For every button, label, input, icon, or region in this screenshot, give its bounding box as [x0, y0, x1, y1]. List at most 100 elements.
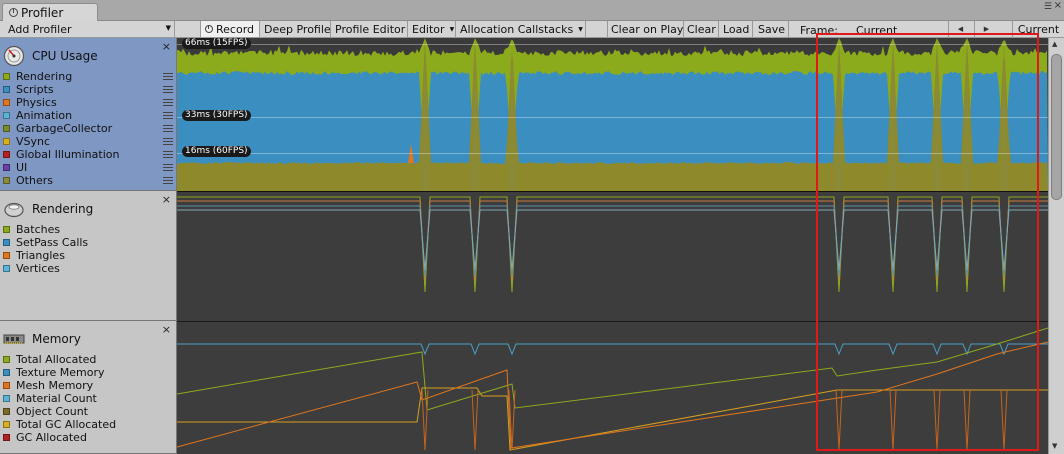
close-icon[interactable]: ×: [162, 193, 171, 206]
close-icon[interactable]: ×: [162, 40, 171, 53]
memory-spike: [889, 389, 897, 451]
memory-spike: [1000, 389, 1008, 451]
legend-item[interactable]: Triangles: [0, 249, 177, 262]
legend-item[interactable]: Physics: [0, 96, 177, 109]
legend-swatch: [3, 369, 10, 376]
cpu-legend: Rendering Scripts Physics Animation GarbageC…: [0, 70, 177, 187]
legend-label: GarbageCollector: [16, 122, 113, 135]
legend-swatch: [3, 86, 10, 93]
drag-handle-icon[interactable]: [163, 125, 173, 132]
load-button[interactable]: Load: [719, 21, 753, 37]
add-profiler-label: Add Profiler: [8, 22, 72, 36]
deep-profile-label: Deep Profile: [264, 22, 331, 36]
drag-handle-icon[interactable]: [163, 99, 173, 106]
legend-item[interactable]: VSync: [0, 135, 177, 148]
current-frame-button[interactable]: Current: [1012, 21, 1064, 37]
vertical-scrollbar[interactable]: ▲ ▼: [1048, 38, 1064, 454]
legend-swatch: [3, 125, 10, 132]
legend-swatch: [3, 382, 10, 389]
profile-editor-button[interactable]: Profile Editor: [331, 21, 408, 37]
dropdown-arrow-icon: ▼: [165, 24, 171, 32]
legend-item[interactable]: Others: [0, 174, 177, 187]
legend-item[interactable]: Total GC Allocated: [0, 418, 177, 431]
legend-item[interactable]: Object Count: [0, 405, 177, 418]
memory-panel[interactable]: Memory × Total Allocated Texture Memory Me…: [0, 321, 177, 454]
legend-swatch: [3, 252, 10, 259]
legend-label: Material Count: [16, 392, 97, 405]
legend-swatch: [3, 356, 10, 363]
scroll-down-icon[interactable]: ▼: [1052, 442, 1057, 450]
legend-swatch: [3, 395, 10, 402]
legend-label: Texture Memory: [16, 366, 105, 379]
rendering-legend: Batches SetPass Calls Triangles Vertices: [0, 223, 177, 275]
drag-handle-icon[interactable]: [163, 177, 173, 184]
editor-dropdown[interactable]: Editor ▼: [408, 21, 456, 37]
legend-item[interactable]: SetPass Calls: [0, 236, 177, 249]
cpu-usage-panel[interactable]: CPU Usage × Rendering Scripts Physics Anima…: [0, 38, 177, 191]
allocation-callstacks-dropdown[interactable]: Allocation Callstacks ▼: [456, 21, 586, 37]
legend-item[interactable]: Vertices: [0, 262, 177, 275]
previous-frame-button[interactable]: ◀: [948, 21, 972, 37]
memory-graph[interactable]: [177, 322, 1048, 454]
rendering-graph[interactable]: [177, 192, 1048, 322]
legend-item[interactable]: Material Count: [0, 392, 177, 405]
legend-item[interactable]: Animation: [0, 109, 177, 122]
scroll-up-icon[interactable]: ▲: [1052, 40, 1057, 48]
profiler-toolbar: Add Profiler ▼ Record Deep Profile Profi…: [0, 21, 1064, 38]
dropdown-arrow-icon: ▼: [578, 25, 583, 33]
legend-swatch: [3, 138, 10, 145]
triangles-line: [177, 205, 1048, 277]
legend-label: Physics: [16, 96, 57, 109]
dropdown-arrow-icon: ▼: [449, 25, 455, 33]
drag-handle-icon[interactable]: [163, 73, 173, 80]
drag-handle-icon[interactable]: [163, 164, 173, 171]
cpu-usage-graph[interactable]: 66ms (15FPS) 33ms (30FPS) 16ms (60FPS): [177, 38, 1048, 192]
window-close-icon[interactable]: ×: [1054, 0, 1062, 11]
drag-handle-icon[interactable]: [163, 138, 173, 145]
legend-label: Rendering: [16, 70, 73, 83]
fps-label-60: 16ms (60FPS): [182, 146, 251, 157]
fps-label-15: 66ms (15FPS): [182, 38, 251, 49]
legend-item[interactable]: Texture Memory: [0, 366, 177, 379]
legend-label: Total Allocated: [16, 353, 97, 366]
legend-item[interactable]: Scripts: [0, 83, 177, 96]
next-frame-button[interactable]: ▶: [974, 21, 998, 37]
add-profiler-dropdown[interactable]: Add Profiler ▼: [0, 21, 175, 37]
texture-memory-line: [177, 343, 1048, 356]
legend-label: GC Allocated: [16, 431, 87, 444]
record-button[interactable]: Record: [200, 21, 260, 37]
rendering-panel[interactable]: Rendering × Batches SetPass Calls Triangle…: [0, 191, 177, 321]
legend-swatch: [3, 421, 10, 428]
legend-label: Others: [16, 174, 53, 187]
scrollbar-thumb[interactable]: [1051, 54, 1062, 200]
legend-swatch: [3, 265, 10, 272]
profile-editor-label: Profile Editor: [335, 22, 406, 36]
legend-label: SetPass Calls: [16, 236, 89, 249]
legend-item[interactable]: UI: [0, 161, 177, 174]
legend-swatch: [3, 408, 10, 415]
load-label: Load: [723, 22, 750, 36]
vertices-line: [177, 209, 1048, 271]
deep-profile-button[interactable]: Deep Profile: [260, 21, 331, 37]
legend-swatch: [3, 73, 10, 80]
memory-legend: Total Allocated Texture Memory Mesh Memory…: [0, 353, 177, 444]
legend-item[interactable]: Total Allocated: [0, 353, 177, 366]
legend-item[interactable]: GarbageCollector: [0, 122, 177, 135]
drag-handle-icon[interactable]: [163, 151, 173, 158]
legend-item[interactable]: Batches: [0, 223, 177, 236]
window-menu-icon[interactable]: ☰: [1044, 2, 1052, 12]
clear-on-play-button[interactable]: Clear on Play: [607, 21, 684, 37]
legend-item[interactable]: GC Allocated: [0, 431, 177, 444]
legend-item[interactable]: Mesh Memory: [0, 379, 177, 392]
allocation-callstacks-label: Allocation Callstacks: [460, 22, 574, 36]
drag-handle-icon[interactable]: [163, 86, 173, 93]
memory-spike: [963, 389, 971, 451]
save-button[interactable]: Save: [753, 21, 789, 37]
close-icon[interactable]: ×: [162, 323, 171, 336]
legend-item[interactable]: Global Illumination: [0, 148, 177, 161]
profiler-window-tab[interactable]: Profiler: [2, 3, 98, 21]
drag-handle-icon[interactable]: [163, 112, 173, 119]
clear-button[interactable]: Clear: [684, 21, 719, 37]
fps-guide-line-30: [177, 117, 1048, 118]
legend-item[interactable]: Rendering: [0, 70, 177, 83]
